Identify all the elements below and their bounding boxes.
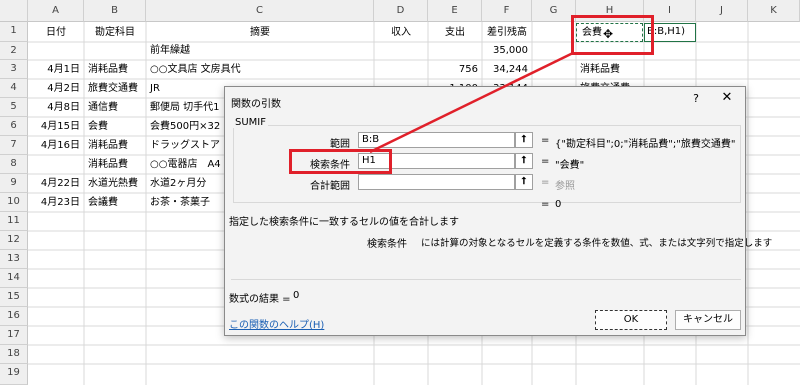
highlight-connector	[369, 51, 574, 154]
